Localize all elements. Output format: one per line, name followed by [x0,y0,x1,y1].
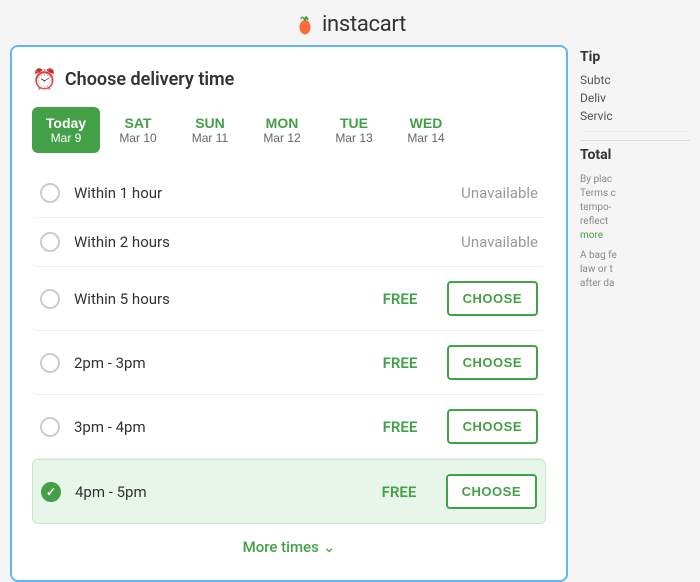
slot-price-5hr: FREE [383,290,433,308]
time-slot-1hr: Within 1 hour Unavailable [32,169,546,218]
more-times-button[interactable]: More times ⌄ [32,524,546,560]
slot-label-2hr: Within 2 hours [74,233,447,251]
main-layout: ⏰ Choose delivery time Today Mar 9 SAT M… [0,45,700,582]
day-name-mon: MON [266,115,299,131]
day-name-today: Today [46,115,86,131]
day-tab-today[interactable]: Today Mar 9 [32,107,100,153]
day-tab-mon[interactable]: MON Mar 12 [248,107,316,153]
choose-button-2-3pm[interactable]: CHOOSE [447,345,538,380]
sidebar-note-1: By placTerms ctempo-reflect more [580,173,690,243]
slot-label-2-3pm: 2pm - 3pm [74,354,369,372]
time-slot-5hr: Within 5 hours FREE CHOOSE [32,267,546,331]
instacart-logo: instacart [294,12,406,37]
sidebar-divider [580,131,690,132]
radio-2-3pm[interactable] [40,353,60,373]
day-date-wed: Mar 14 [407,131,444,145]
sidebar-tip-label: Tip [580,49,690,65]
choose-button-4-5pm[interactable]: CHOOSE [446,474,537,509]
sidebar: Tip Subtc Deliv Servic Total By placTerm… [580,45,690,582]
clock-icon: ⏰ [32,67,57,91]
radio-5hr[interactable] [40,289,60,309]
slot-price-4-5pm: FREE [382,483,432,501]
slot-label-3-4pm: 3pm - 4pm [74,418,369,436]
day-name-tue: TUE [340,115,368,131]
day-date-today: Mar 9 [51,131,82,145]
day-tab-sun[interactable]: SUN Mar 11 [176,107,244,153]
day-name-sat: SAT [125,115,152,131]
sidebar-row-subtotal: Subtc [580,73,690,87]
slot-price-2hr: Unavailable [461,233,538,251]
time-slot-4-5pm: 4pm - 5pm FREE CHOOSE [32,459,546,524]
sidebar-total: Total [580,140,690,163]
delivery-card: ⏰ Choose delivery time Today Mar 9 SAT M… [10,45,568,582]
card-title: Choose delivery time [65,69,234,90]
slot-label-1hr: Within 1 hour [74,184,447,202]
time-slot-2-3pm: 2pm - 3pm FREE CHOOSE [32,331,546,395]
slot-price-3-4pm: FREE [383,418,433,436]
carrot-icon [294,14,316,36]
header: instacart [294,0,406,45]
logo-text: instacart [322,12,406,37]
day-date-sun: Mar 11 [192,131,228,145]
slot-label-4-5pm: 4pm - 5pm [75,483,368,501]
day-tab-tue[interactable]: TUE Mar 13 [320,107,388,153]
slot-price-2-3pm: FREE [383,354,433,372]
day-tabs: Today Mar 9 SAT Mar 10 SUN Mar 11 MON Ma… [32,107,546,153]
radio-4-5pm[interactable] [41,482,61,502]
time-slot-3-4pm: 3pm - 4pm FREE CHOOSE [32,395,546,459]
time-slots: Within 1 hour Unavailable Within 2 hours… [32,169,546,524]
day-date-sat: Mar 10 [119,131,156,145]
sidebar-row-service: Servic [580,109,690,123]
day-date-tue: Mar 13 [335,131,372,145]
time-slot-2hr: Within 2 hours Unavailable [32,218,546,267]
day-tab-wed[interactable]: WED Mar 14 [392,107,460,153]
choose-button-3-4pm[interactable]: CHOOSE [447,409,538,444]
radio-3-4pm[interactable] [40,417,60,437]
choose-button-5hr[interactable]: CHOOSE [447,281,538,316]
slot-price-1hr: Unavailable [461,184,538,202]
day-name-sun: SUN [195,115,225,131]
card-title-row: ⏰ Choose delivery time [32,67,546,91]
sidebar-row-delivery: Deliv [580,91,690,105]
day-tab-sat[interactable]: SAT Mar 10 [104,107,172,153]
radio-1hr[interactable] [40,183,60,203]
slot-label-5hr: Within 5 hours [74,290,369,308]
day-date-mon: Mar 12 [263,131,300,145]
radio-2hr[interactable] [40,232,60,252]
more-link[interactable]: more [580,230,603,241]
day-name-wed: WED [410,115,443,131]
sidebar-note-2: A bag felaw or tafter da [580,249,690,291]
